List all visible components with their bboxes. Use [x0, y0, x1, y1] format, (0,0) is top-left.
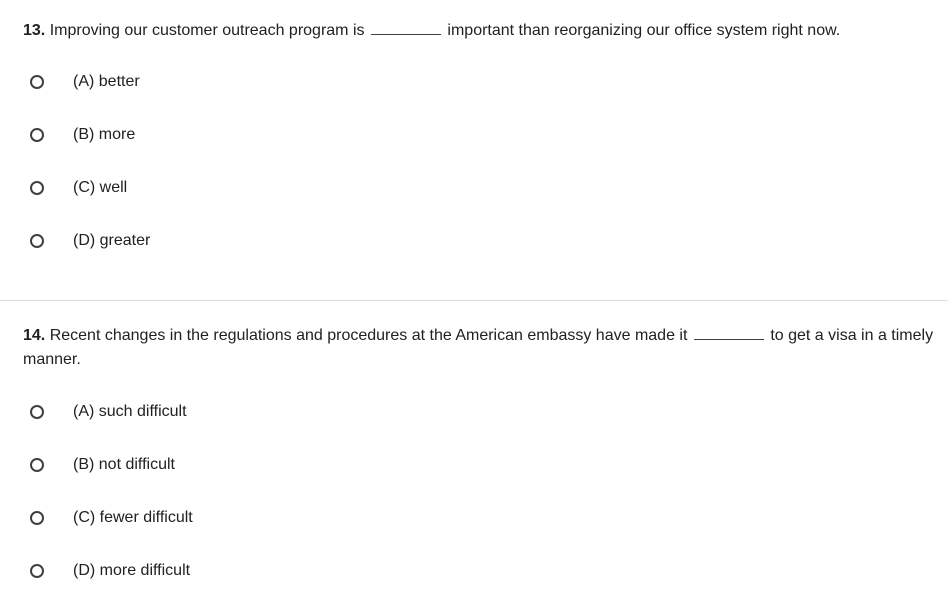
question-text-before: Improving our customer outreach program … — [49, 22, 365, 39]
option-label: (C) well — [73, 179, 128, 196]
option-label: (A) better — [73, 73, 140, 90]
question-number: 13. — [23, 22, 46, 39]
option-label: (B) not difficult — [73, 456, 175, 473]
question-number: 14. — [23, 327, 46, 344]
option-label: (D) greater — [73, 232, 151, 249]
answer-blank — [693, 325, 764, 340]
option-label: (A) such difficult — [73, 403, 187, 420]
option-14-d[interactable]: (D) more difficult — [30, 551, 630, 591]
radio-button-icon[interactable] — [30, 458, 44, 472]
answer-blank — [370, 20, 441, 35]
radio-button-icon[interactable] — [30, 234, 44, 248]
radio-button-icon[interactable] — [30, 75, 44, 89]
option-label: (D) more difficult — [73, 562, 191, 579]
option-13-c[interactable]: (C) well — [30, 168, 630, 208]
option-14-a[interactable]: (A) such difficult — [30, 392, 630, 432]
question-13-text: 13. Improving our customer outreach prog… — [23, 19, 934, 43]
question-divider — [0, 300, 948, 301]
option-13-b[interactable]: (B) more — [30, 115, 630, 155]
radio-button-icon[interactable] — [30, 511, 44, 525]
question-text-before: Recent changes in the regulations and pr… — [49, 327, 688, 344]
option-13-d[interactable]: (D) greater — [30, 221, 630, 261]
question-14-text: 14. Recent changes in the regulations an… — [23, 324, 934, 372]
question-text-after: important than reorganizing our office s… — [447, 22, 841, 39]
option-label: (C) fewer difficult — [73, 509, 193, 526]
radio-button-icon[interactable] — [30, 128, 44, 142]
option-14-b[interactable]: (B) not difficult — [30, 445, 630, 485]
option-14-c[interactable]: (C) fewer difficult — [30, 498, 630, 538]
radio-button-icon[interactable] — [30, 181, 44, 195]
option-label: (B) more — [73, 126, 136, 143]
radio-button-icon[interactable] — [30, 564, 44, 578]
option-13-a[interactable]: (A) better — [30, 62, 630, 102]
radio-button-icon[interactable] — [30, 405, 44, 419]
